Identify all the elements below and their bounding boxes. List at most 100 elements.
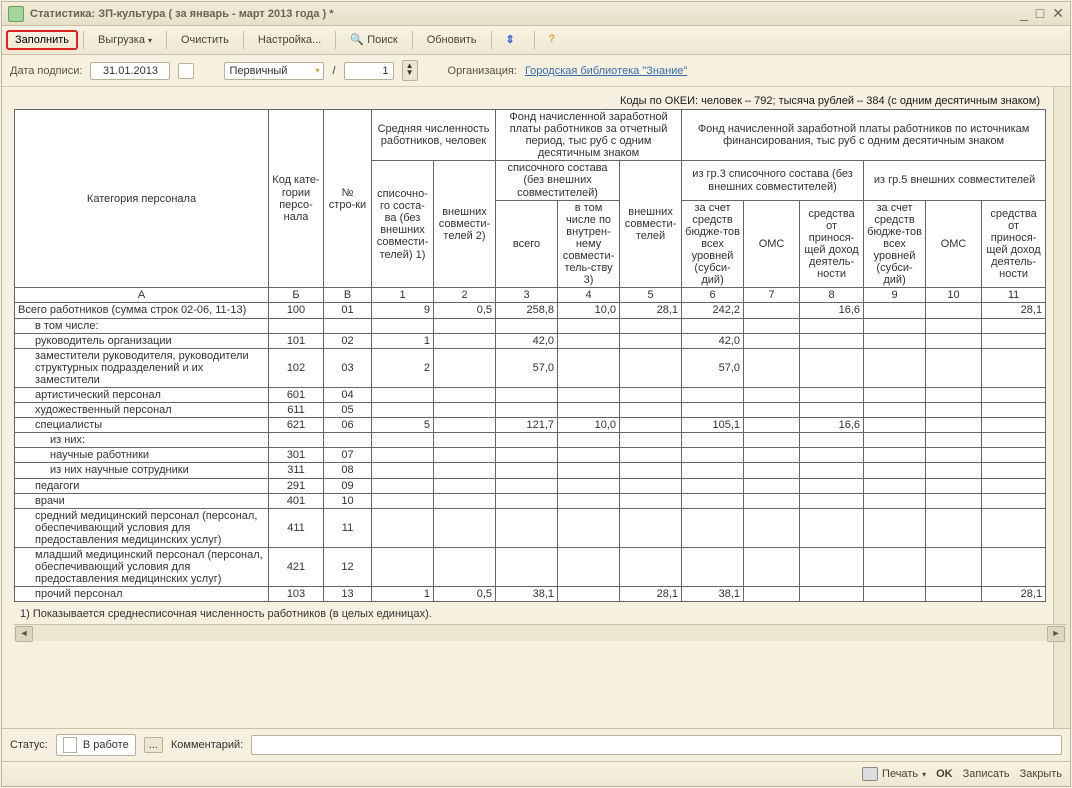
cell-c1[interactable]: 5 — [372, 418, 434, 433]
cell-c11[interactable] — [982, 418, 1046, 433]
cell-c10[interactable] — [926, 508, 982, 547]
cell-c9[interactable] — [864, 448, 926, 463]
cell-c4[interactable] — [558, 333, 620, 348]
cell-c1[interactable] — [372, 508, 434, 547]
cell-c5[interactable] — [620, 448, 682, 463]
cell-c8[interactable] — [800, 493, 864, 508]
cell-c10[interactable] — [926, 348, 982, 387]
cell-c1[interactable] — [372, 448, 434, 463]
cell-c5[interactable] — [620, 478, 682, 493]
cell-c1[interactable] — [372, 493, 434, 508]
cell-c10[interactable] — [926, 403, 982, 418]
cell-c8[interactable]: 16,6 — [800, 303, 864, 318]
cell-c11[interactable] — [982, 463, 1046, 478]
minimize-button[interactable]: _ — [1020, 5, 1028, 22]
cell-c2[interactable] — [434, 418, 496, 433]
refresh-button[interactable]: Обновить — [418, 30, 486, 50]
cell-c9[interactable] — [864, 508, 926, 547]
maximize-button[interactable]: □ — [1036, 5, 1044, 22]
cell-c8[interactable] — [800, 587, 864, 602]
cell-c9[interactable] — [864, 493, 926, 508]
cell-c2[interactable]: 0,5 — [434, 587, 496, 602]
cell-c9[interactable] — [864, 587, 926, 602]
cell-c2[interactable] — [434, 348, 496, 387]
cell-c6[interactable]: 105,1 — [682, 418, 744, 433]
kind-select[interactable]: Первичный▾ — [224, 62, 324, 80]
status-field[interactable]: В работе — [56, 734, 136, 756]
scroll-right-button[interactable]: ► — [1047, 626, 1065, 642]
cell-c8[interactable] — [800, 463, 864, 478]
cell-c6[interactable] — [682, 463, 744, 478]
cell-c2[interactable] — [434, 508, 496, 547]
cell-c8[interactable] — [800, 548, 864, 587]
cell-c10[interactable] — [926, 418, 982, 433]
cell-c1[interactable] — [372, 463, 434, 478]
cell-c8[interactable] — [800, 333, 864, 348]
cell-c5[interactable] — [620, 333, 682, 348]
cell-c7[interactable] — [744, 508, 800, 547]
close-button[interactable]: Закрыть — [1020, 768, 1062, 780]
cell-c9[interactable] — [864, 333, 926, 348]
cell-c5[interactable] — [620, 418, 682, 433]
cell-c10[interactable] — [926, 387, 982, 402]
cell-c10[interactable] — [926, 333, 982, 348]
cell-c3[interactable]: 57,0 — [496, 348, 558, 387]
cell-c8[interactable]: 16,6 — [800, 418, 864, 433]
cell-c3[interactable] — [496, 403, 558, 418]
date-field[interactable]: 31.01.2013 — [90, 62, 170, 80]
cell-c7[interactable] — [744, 403, 800, 418]
cell-c5[interactable] — [620, 403, 682, 418]
calendar-icon[interactable] — [178, 63, 194, 79]
cell-c7[interactable] — [744, 463, 800, 478]
cell-c6[interactable] — [682, 508, 744, 547]
cell-c4[interactable] — [558, 403, 620, 418]
cell-c10[interactable] — [926, 463, 982, 478]
cell-c4[interactable] — [558, 508, 620, 547]
status-choose-button[interactable]: ... — [144, 737, 163, 753]
settings-button[interactable]: Настройка... — [249, 30, 330, 50]
cell-c8[interactable] — [800, 478, 864, 493]
comment-field[interactable] — [251, 735, 1062, 755]
export-button[interactable]: Выгрузка▾ — [89, 30, 161, 50]
cell-c9[interactable] — [864, 303, 926, 318]
cell-c2[interactable] — [434, 463, 496, 478]
cell-c3[interactable]: 121,7 — [496, 418, 558, 433]
cell-c11[interactable] — [982, 478, 1046, 493]
cell-c7[interactable] — [744, 548, 800, 587]
cell-c4[interactable]: 10,0 — [558, 303, 620, 318]
cell-c9[interactable] — [864, 348, 926, 387]
cell-c4[interactable] — [558, 387, 620, 402]
cell-c6[interactable] — [682, 403, 744, 418]
cell-c1[interactable] — [372, 478, 434, 493]
cell-c2[interactable] — [434, 548, 496, 587]
cell-c6[interactable] — [682, 548, 744, 587]
cell-c8[interactable] — [800, 403, 864, 418]
cell-c4[interactable] — [558, 548, 620, 587]
cell-c6[interactable] — [682, 387, 744, 402]
cell-c11[interactable] — [982, 387, 1046, 402]
cell-c11[interactable] — [982, 493, 1046, 508]
cell-c10[interactable] — [926, 478, 982, 493]
cell-c2[interactable] — [434, 333, 496, 348]
cell-c7[interactable] — [744, 303, 800, 318]
cell-c3[interactable] — [496, 493, 558, 508]
cell-c11[interactable]: 28,1 — [982, 587, 1046, 602]
cell-c6[interactable]: 42,0 — [682, 333, 744, 348]
cell-c6[interactable] — [682, 493, 744, 508]
cell-c9[interactable] — [864, 478, 926, 493]
cell-c10[interactable] — [926, 493, 982, 508]
cell-c9[interactable] — [864, 387, 926, 402]
cell-c5[interactable] — [620, 548, 682, 587]
cell-c5[interactable]: 28,1 — [620, 303, 682, 318]
cell-c1[interactable] — [372, 548, 434, 587]
search-button[interactable]: 🔍Поиск — [341, 29, 406, 51]
cell-c11[interactable]: 28,1 — [982, 303, 1046, 318]
cell-c6[interactable]: 242,2 — [682, 303, 744, 318]
cell-c8[interactable] — [800, 508, 864, 547]
cell-c11[interactable] — [982, 403, 1046, 418]
help-button[interactable]: ? — [540, 29, 572, 51]
cell-c11[interactable] — [982, 508, 1046, 547]
cell-c2[interactable] — [434, 403, 496, 418]
cell-c3[interactable] — [496, 478, 558, 493]
cell-c3[interactable]: 42,0 — [496, 333, 558, 348]
